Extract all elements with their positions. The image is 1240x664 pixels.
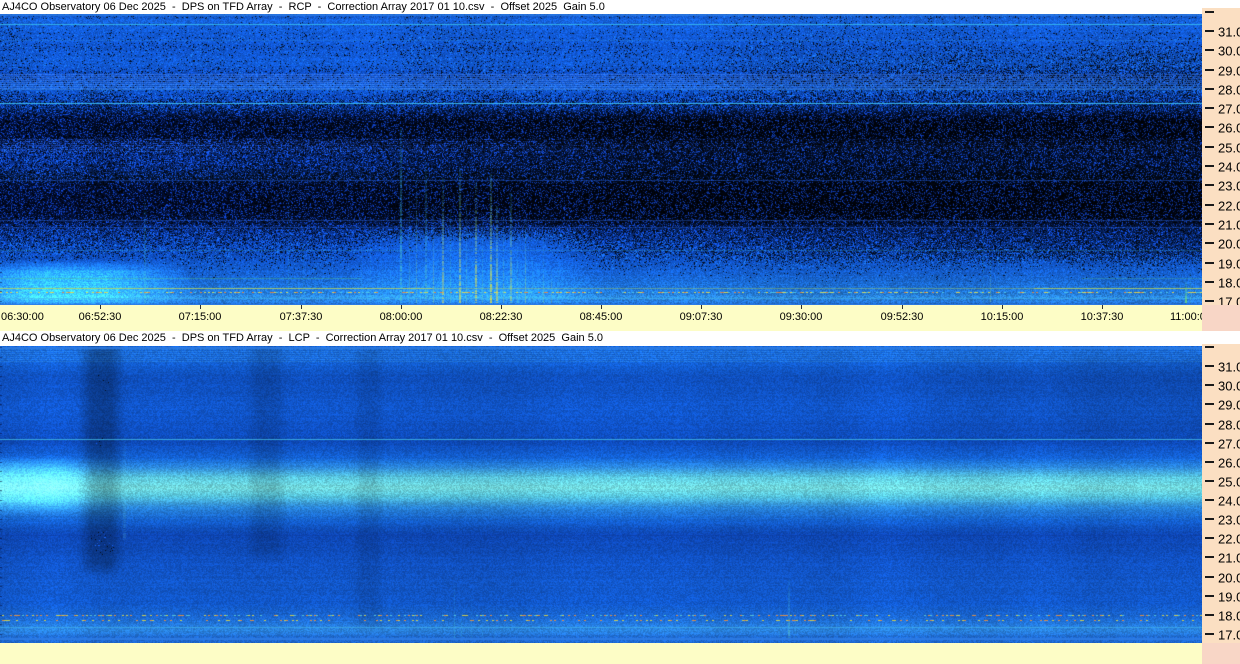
freq-tick-label: 27.0: [1218, 101, 1240, 117]
freq-tick: [1205, 184, 1214, 187]
freq-tick-label: 31.0: [1218, 359, 1240, 375]
lcp-frequency-scale: 31.0 30.0 29.0 28.0 27.0 26.0 25.0 24.0 23.0 22.0…: [1202, 344, 1240, 643]
freq-tick: [1205, 126, 1214, 129]
time-tick-label: 06:52:30: [78, 311, 122, 323]
freq-tick-label: 24.0: [1218, 493, 1240, 509]
time-tick-label: 07:37:30: [279, 311, 323, 323]
time-tick-label: 08:22:30: [479, 311, 523, 323]
freq-tick-label: 22.0: [1218, 531, 1240, 547]
freq-tick: [1205, 280, 1214, 283]
freq-tick: [1205, 68, 1214, 71]
time-axis-partial: [0, 643, 1240, 664]
freq-tick: [1205, 165, 1214, 168]
time-tick-label: 08:00:00: [379, 311, 423, 323]
freq-tick-label: 19.0: [1218, 589, 1240, 605]
lcp-title-bar: AJ4CO Observatory 06 Dec 2025 - DPS on T…: [0, 331, 1240, 346]
freq-tick: [1205, 518, 1214, 521]
freq-tick: [1205, 222, 1214, 225]
freq-tick-label: 28.0: [1218, 417, 1240, 432]
time-tick: [902, 305, 903, 309]
time-tick: [1002, 305, 1003, 309]
freq-tick-label: 31.0: [1218, 24, 1240, 40]
freq-tick: [1205, 575, 1214, 578]
freq-tick-label: 21.0: [1218, 217, 1240, 233]
freq-tick-label: 21.0: [1218, 550, 1240, 566]
freq-tick-label: 18.0: [1218, 608, 1240, 624]
freq-tick-label: 26.0: [1218, 455, 1240, 471]
freq-tick: [1205, 479, 1214, 482]
freq-tick-label: 23.0: [1218, 512, 1240, 528]
rcp-spectrogram-canvas[interactable]: [0, 14, 1202, 305]
freq-tick: [1205, 29, 1214, 32]
freq-tick-label: 30.0: [1218, 378, 1240, 394]
time-tick-label: 06:30:00: [1, 311, 44, 323]
freq-tick: [1205, 441, 1214, 444]
freq-tick: [1205, 107, 1214, 110]
freq-tick-label: 29.0: [1218, 397, 1240, 413]
freq-tick-label: 26.0: [1218, 120, 1240, 136]
freq-tick: [1205, 403, 1214, 406]
freq-tick-label: 20.0: [1218, 236, 1240, 252]
rcp-title: AJ4CO Observatory 06 Dec 2025 - DPS on T…: [2, 1, 605, 13]
lcp-spectrogram-canvas[interactable]: [0, 346, 1202, 643]
axis-corner: [1202, 643, 1240, 664]
freq-tick-label: 18.0: [1218, 275, 1240, 291]
radio-sky-spectrograph-window: AJ4CO Observatory 06 Dec 2025 - DPS on T…: [0, 0, 1240, 664]
freq-tick: [1205, 87, 1214, 90]
time-tick-label: 10:15:00: [980, 311, 1024, 323]
axis-corner: [1202, 305, 1240, 331]
freq-tick-label: 17.0: [1218, 627, 1240, 643]
freq-tick-label: 25.0: [1218, 140, 1240, 156]
time-tick: [1102, 305, 1103, 309]
freq-tick: [1205, 242, 1214, 245]
freq-tick: [1205, 499, 1214, 502]
time-tick: [701, 305, 702, 309]
freq-tick-label: 20.0: [1218, 570, 1240, 586]
freq-tick: [1205, 422, 1214, 425]
freq-tick: [1205, 49, 1214, 52]
freq-tick: [1205, 384, 1214, 387]
time-tick-label: 09:07:30: [679, 311, 723, 323]
freq-tick-label: 27.0: [1218, 436, 1240, 452]
freq-tick: [1205, 365, 1214, 368]
freq-tick: [1205, 261, 1214, 264]
lcp-title: AJ4CO Observatory 06 Dec 2025 - DPS on T…: [2, 332, 603, 344]
freq-tick: [1205, 537, 1214, 540]
time-tick: [100, 305, 101, 309]
time-tick-label: 09:30:00: [779, 311, 823, 323]
freq-tick: [1205, 10, 1214, 13]
time-tick: [601, 305, 602, 309]
time-tick-label: 09:52:30: [880, 311, 924, 323]
time-tick: [501, 305, 502, 309]
freq-tick-label: 24.0: [1218, 159, 1240, 175]
freq-tick: [1205, 594, 1214, 597]
time-tick: [801, 305, 802, 309]
freq-tick: [1205, 556, 1214, 559]
freq-tick-label: 28.0: [1218, 82, 1240, 98]
freq-tick: [1205, 613, 1214, 616]
rcp-frequency-scale: 31.0 30.0 29.0 28.0 27.0 26.0 25.0 24.0 23.0 22.0…: [1202, 8, 1240, 310]
freq-tick-label: 19.0: [1218, 256, 1240, 272]
time-axis: 06:30:00 06:52:30 07:15:00 07:37:30 08:00:00…: [0, 305, 1240, 331]
freq-tick-label: 22.0: [1218, 198, 1240, 214]
time-tick-label: 10:37:30: [1080, 311, 1124, 323]
freq-tick: [1205, 300, 1214, 303]
time-tick: [301, 305, 302, 309]
freq-tick: [1205, 145, 1214, 148]
time-tick: [200, 305, 201, 309]
freq-tick: [1205, 345, 1214, 348]
freq-tick-label: 23.0: [1218, 178, 1240, 194]
freq-tick-label: 29.0: [1218, 63, 1240, 79]
time-tick: [401, 305, 402, 309]
time-tick-label: 08:45:00: [579, 311, 623, 323]
freq-tick: [1205, 460, 1214, 463]
freq-tick: [1205, 633, 1214, 635]
freq-tick-label: 25.0: [1218, 474, 1240, 490]
freq-tick: [1205, 203, 1214, 206]
rcp-title-bar: AJ4CO Observatory 06 Dec 2025 - DPS on T…: [0, 0, 1240, 14]
time-tick-label: 07:15:00: [178, 311, 222, 323]
freq-tick-label: 30.0: [1218, 43, 1240, 59]
